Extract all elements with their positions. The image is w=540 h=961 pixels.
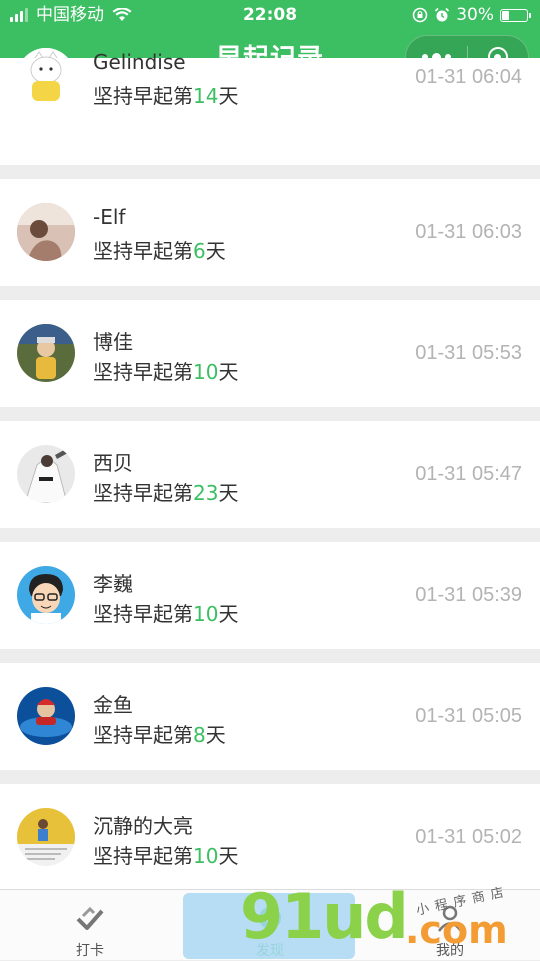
status-right: 30%	[412, 0, 531, 30]
status-bar: 中国移动 22:08 30%	[0, 0, 540, 30]
record-time: 01-31 05:47	[415, 463, 522, 485]
battery-percent: 30%	[456, 5, 494, 25]
battery-icon	[500, 8, 531, 22]
tab-label: 打卡	[76, 943, 104, 959]
record-days: 坚持早起第10天	[93, 360, 239, 384]
record-time: 01-31 06:03	[415, 221, 522, 243]
checkin-icon	[76, 906, 104, 930]
avatar	[17, 687, 75, 745]
tab-checkin[interactable]: 打卡	[0, 890, 180, 961]
record-name: 金鱼	[93, 693, 133, 717]
list-item[interactable]: Gelindise 坚持早起第14天 01-31 06:04	[0, 48, 540, 165]
record-name: 西贝	[93, 451, 133, 475]
list-item[interactable]: 金鱼 坚持早起第8天 01-31 05:05	[0, 663, 540, 770]
list-item[interactable]: 西贝 坚持早起第23天 01-31 05:47	[0, 421, 540, 528]
avatar	[17, 566, 75, 624]
record-time: 01-31 05:02	[415, 826, 522, 848]
alarm-icon	[435, 7, 450, 22]
record-name: Gelindise	[93, 50, 186, 74]
avatar	[17, 203, 75, 261]
avatar	[17, 324, 75, 382]
record-days: 坚持早起第23天	[93, 481, 239, 505]
record-name: 沉静的大亮	[93, 814, 193, 838]
avatar	[17, 808, 75, 866]
battery-fill	[502, 10, 509, 20]
avatar	[17, 48, 75, 106]
orientation-lock-icon	[412, 7, 428, 23]
record-days: 坚持早起第8天	[93, 723, 226, 747]
record-days: 坚持早起第14天	[93, 84, 239, 108]
watermark-logo: 91ud	[240, 880, 409, 953]
record-time: 01-31 05:05	[415, 705, 522, 727]
list-item[interactable]: -Elf 坚持早起第6天 01-31 06:03	[0, 179, 540, 286]
list-item[interactable]: 博佳 坚持早起第10天 01-31 05:53	[0, 300, 540, 407]
record-name: -Elf	[93, 205, 126, 229]
list-item[interactable]: 沉静的大亮 坚持早起第10天 01-31 05:02	[0, 784, 540, 891]
record-time: 01-31 05:39	[415, 584, 522, 606]
record-name: 博佳	[93, 330, 133, 354]
list-item[interactable]: 李巍 坚持早起第10天 01-31 05:39	[0, 542, 540, 649]
record-days: 坚持早起第6天	[93, 239, 226, 263]
record-time: 01-31 06:04	[415, 66, 522, 88]
avatar	[17, 445, 75, 503]
record-days: 坚持早起第10天	[93, 844, 239, 868]
record-time: 01-31 05:53	[415, 342, 522, 364]
record-days: 坚持早起第10天	[93, 602, 239, 626]
record-name: 李巍	[93, 572, 133, 596]
